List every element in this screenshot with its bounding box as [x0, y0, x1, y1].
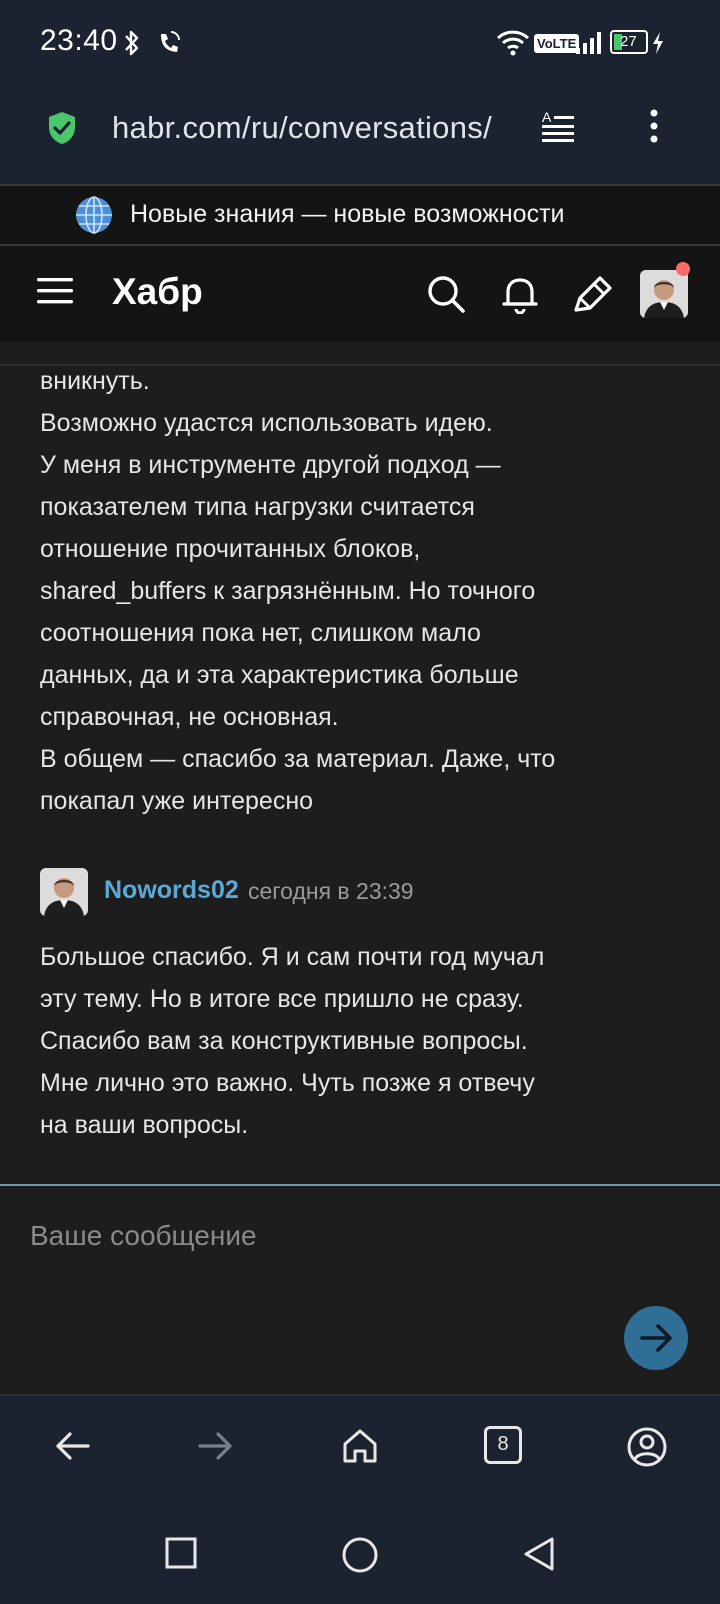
comment-line: Возможно удастся использовать идею. — [40, 409, 493, 437]
shield-check-icon[interactable] — [46, 110, 78, 146]
comment-line: В общем — спасибо за материал. Даже, что — [40, 745, 556, 773]
back-triangle-icon[interactable] — [522, 1536, 556, 1572]
back-arrow-icon[interactable] — [52, 1426, 92, 1466]
notification-dot — [676, 262, 690, 276]
site-header: Хабр — [0, 246, 720, 342]
comment-1-text: вникнуть. Возможно удастся использовать … — [40, 360, 690, 822]
menu-icon[interactable] — [36, 276, 74, 306]
volte-badge: VoLTE — [534, 34, 580, 53]
comment-line: данных, да и эта характеристика больше — [40, 661, 519, 689]
comment-line: Спасибо вам за конструктивные вопросы. — [40, 1027, 528, 1055]
comment-line: показателем типа нагрузки считается — [40, 493, 475, 521]
comment-2-text: Большое спасибо. Я и сам почти год мучал… — [40, 936, 690, 1146]
bluetooth-icon — [125, 30, 139, 56]
comment-line: вникнуть. — [40, 367, 150, 395]
reply-input[interactable] — [30, 1206, 590, 1266]
pen-icon[interactable] — [572, 274, 614, 314]
comment-line: shared_buffers к загрязнённым. Но точног… — [40, 577, 536, 605]
user-avatar[interactable] — [640, 270, 688, 318]
comment-line: справочная, не основная. — [40, 703, 339, 731]
comment-line: покапал уже интересно — [40, 787, 314, 815]
wifi-icon — [496, 30, 530, 56]
home-icon[interactable] — [340, 1426, 380, 1466]
promo-text[interactable]: Новые знания — новые возможности — [130, 200, 565, 229]
reader-mode-icon[interactable]: A — [540, 108, 576, 144]
recents-square-icon[interactable] — [164, 1536, 198, 1570]
comment-line: эту тему. Но в итоге все пришло не сразу… — [40, 985, 524, 1013]
signal-icon — [576, 32, 601, 54]
url-text[interactable]: habr.com/ru/conversations/ — [112, 110, 512, 146]
send-button[interactable] — [624, 1306, 688, 1370]
site-logo[interactable]: Хабр — [112, 271, 203, 313]
browser-nav-bar: 8 — [0, 1394, 720, 1504]
home-circle-icon[interactable] — [341, 1536, 379, 1574]
promo-banner[interactable]: Новые знания — новые возможности — [0, 184, 720, 246]
svg-text:A: A — [542, 109, 552, 125]
account-icon[interactable] — [626, 1426, 668, 1468]
comment-line: соотношения пока нет, слишком мало — [40, 619, 481, 647]
comment-line: на ваши вопросы. — [40, 1111, 249, 1139]
wifi-call-icon — [161, 31, 180, 52]
arrow-right-icon — [640, 1324, 672, 1352]
battery-icon: 27 — [610, 30, 648, 54]
forward-arrow-icon[interactable] — [196, 1426, 236, 1466]
avatar-photo — [40, 868, 88, 916]
avatar-photo — [640, 270, 688, 318]
comment-line: Большое спасибо. Я и сам почти год мучал — [40, 943, 545, 971]
charging-icon — [653, 32, 663, 54]
comment-line: Мне лично это важно. Чуть позже я отвечу — [40, 1069, 535, 1097]
status-bar: 23:40 VoLTE 27 — [0, 0, 720, 88]
comment-line: У меня в инструменте другой подход — — [40, 451, 501, 479]
battery-level: 27 — [620, 33, 637, 50]
comment-line: отношение прочитанных блоков, — [40, 535, 421, 563]
comment-author-avatar[interactable] — [40, 868, 88, 916]
tabs-icon[interactable]: 8 — [484, 1426, 522, 1464]
more-vertical-icon[interactable] — [648, 108, 660, 144]
comment-timestamp[interactable]: сегодня в 23:39 — [248, 878, 414, 905]
globe-icon — [76, 196, 112, 234]
system-nav-bar — [0, 1504, 720, 1604]
comment-author-link[interactable]: Nowords02 — [104, 876, 239, 905]
browser-url-bar[interactable]: habr.com/ru/conversations/ A — [0, 88, 720, 184]
search-icon[interactable] — [426, 274, 466, 314]
bell-icon[interactable] — [500, 274, 540, 314]
tab-count: 8 — [497, 1433, 509, 1455]
reply-area — [0, 1184, 720, 1394]
status-time: 23:40 — [40, 24, 118, 57]
